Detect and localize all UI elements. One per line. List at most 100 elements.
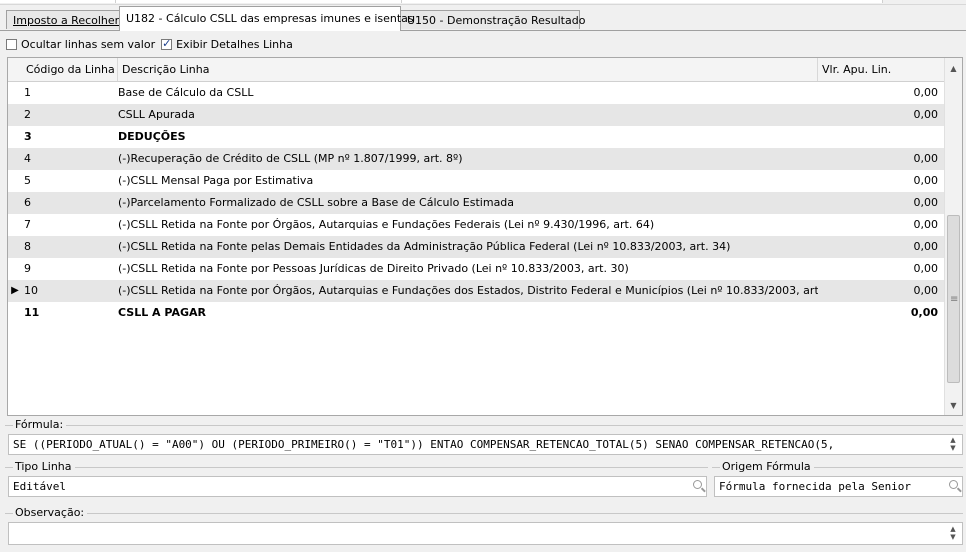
- tab-bar: Imposto a Recolher U182 - Cálculo CSLL d…: [0, 6, 966, 31]
- cell-code[interactable]: 3: [24, 126, 116, 148]
- origem-formula-value: Fórmula fornecida pela Senior: [719, 480, 912, 493]
- checkbox-box[interactable]: [6, 38, 17, 50]
- header-value[interactable]: Vlr. Apu. Lin.: [818, 58, 946, 81]
- cell-value[interactable]: 0,00: [820, 302, 946, 324]
- origem-formula-field[interactable]: Fórmula fornecida pela Senior: [714, 476, 963, 497]
- cell-description[interactable]: (-)CSLL Retida na Fonte por Pessoas Jurí…: [118, 258, 818, 280]
- row-indicator: [8, 192, 22, 214]
- checkbox-label: Exibir Detalhes Linha: [176, 37, 293, 51]
- formula-field[interactable]: SE ((PERIODO_ATUAL() = "A00") OU (PERIOD…: [8, 434, 963, 455]
- formula-label: Fórmula:: [13, 418, 67, 431]
- cell-code[interactable]: 11: [24, 302, 116, 324]
- row-indicator: [8, 302, 22, 324]
- formula-text: SE ((PERIODO_ATUAL() = "A00") OU (PERIOD…: [13, 438, 835, 451]
- table-row[interactable]: 11 CSLL A PAGAR 0,00: [8, 302, 946, 324]
- cell-value[interactable]: [820, 126, 946, 148]
- cell-description[interactable]: Base de Cálculo da CSLL: [118, 82, 818, 104]
- observacao-field[interactable]: ▲ ▼: [8, 522, 963, 545]
- row-indicator: [8, 82, 22, 104]
- tab-imposto-a-recolher[interactable]: Imposto a Recolher: [6, 10, 120, 29]
- search-icon[interactable]: [693, 480, 702, 489]
- cell-code[interactable]: 10: [24, 280, 116, 302]
- header-indicator: [8, 58, 22, 81]
- cell-description[interactable]: DEDUÇÕES: [118, 126, 818, 148]
- row-indicator: [8, 214, 22, 236]
- checkbox-label: Ocultar linhas sem valor: [21, 37, 156, 51]
- cell-value[interactable]: 0,00: [820, 82, 946, 104]
- table-row[interactable]: 6 (-)Parcelamento Formalizado de CSLL sob…: [8, 192, 946, 214]
- cell-code[interactable]: 7: [24, 214, 116, 236]
- tab-label: Imposto a Recolher: [13, 14, 120, 27]
- cell-code[interactable]: 5: [24, 170, 116, 192]
- search-icon[interactable]: [949, 480, 958, 489]
- table-row[interactable]: 7 (-)CSLL Retida na Fonte por Órgãos, Aut…: [8, 214, 946, 236]
- table-row[interactable]: 2 CSLL Apurada 0,00: [8, 104, 946, 126]
- row-indicator: [8, 170, 22, 192]
- scroll-up-arrow-icon[interactable]: ▲: [945, 60, 962, 77]
- observacao-label-text: Observação:: [15, 506, 85, 519]
- table-row[interactable]: 9 (-)CSLL Retida na Fonte por Pessoas Jur…: [8, 258, 946, 280]
- top-strip: [0, 0, 966, 5]
- tipo-linha-value: Editável: [13, 480, 66, 493]
- cell-description[interactable]: (-)CSLL Mensal Paga por Estimativa: [118, 170, 818, 192]
- hide-empty-checkbox[interactable]: Ocultar linhas sem valor: [6, 38, 155, 51]
- spin-down-icon[interactable]: ▼: [946, 444, 960, 452]
- cell-value[interactable]: 0,00: [820, 192, 946, 214]
- table-row[interactable]: 3 DEDUÇÕES: [8, 126, 946, 148]
- cell-code[interactable]: 4: [24, 148, 116, 170]
- cell-description[interactable]: CSLL Apurada: [118, 104, 818, 126]
- table-row[interactable]: 4 (-)Recuperação de Crédito de CSLL (MP n…: [8, 148, 946, 170]
- spin-down-icon[interactable]: ▼: [946, 533, 960, 541]
- table-row[interactable]: 1 Base de Cálculo da CSLL 0,00: [8, 82, 946, 104]
- tab-label: U150 - Demonstração Resultado: [407, 14, 586, 27]
- cell-description[interactable]: (-)Recuperação de Crédito de CSLL (MP nº…: [118, 148, 818, 170]
- formula-spin[interactable]: ▲ ▼: [946, 436, 960, 453]
- tipo-linha-label: Tipo Linha: [13, 460, 75, 473]
- header-code[interactable]: Código da Linha: [22, 58, 118, 81]
- cell-value[interactable]: 0,00: [820, 148, 946, 170]
- cell-description[interactable]: (-)Parcelamento Formalizado de CSLL sobr…: [118, 192, 818, 214]
- cell-description[interactable]: (-)CSLL Retida na Fonte por Órgãos, Auta…: [118, 214, 818, 236]
- cell-code[interactable]: 9: [24, 258, 116, 280]
- data-grid[interactable]: Código da Linha Descrição Linha Vlr. Apu…: [7, 57, 963, 416]
- cell-description[interactable]: CSLL A PAGAR: [118, 302, 818, 324]
- table-row[interactable]: ▶ 10 (-)CSLL Retida na Fonte por Órgãos, A…: [8, 280, 946, 302]
- cell-value[interactable]: 0,00: [820, 280, 946, 302]
- cell-code[interactable]: 6: [24, 192, 116, 214]
- row-pointer-icon: ▶: [11, 285, 19, 296]
- table-row[interactable]: 8 (-)CSLL Retida na Fonte pelas Demais En…: [8, 236, 946, 258]
- spin-up-icon[interactable]: ▲: [946, 525, 960, 533]
- grid-vertical-scrollbar[interactable]: ▲ ≡ ▼: [944, 58, 962, 415]
- row-indicator: [8, 236, 22, 258]
- cell-description[interactable]: (-)CSLL Retida na Fonte por Órgãos, Auta…: [118, 280, 818, 302]
- spin-up-icon[interactable]: ▲: [946, 436, 960, 444]
- cell-value[interactable]: 0,00: [820, 104, 946, 126]
- row-indicator: [8, 258, 22, 280]
- top-strip-seg: [0, 0, 116, 3]
- checkbox-box[interactable]: [161, 37, 173, 50]
- cell-value[interactable]: 0,00: [820, 258, 946, 280]
- cell-code[interactable]: 1: [24, 82, 116, 104]
- origem-formula-label: Origem Fórmula: [720, 460, 814, 473]
- cell-value[interactable]: 0,00: [820, 170, 946, 192]
- filter-row: Ocultar linhas sem valor Exibir Detalhes…: [6, 36, 299, 52]
- cell-description[interactable]: (-)CSLL Retida na Fonte pelas Demais Ent…: [118, 236, 818, 258]
- top-strip-seg: [116, 0, 402, 3]
- table-row[interactable]: 5 (-)CSLL Mensal Paga por Estimativa 0,00: [8, 170, 946, 192]
- show-details-checkbox[interactable]: Exibir Detalhes Linha: [161, 37, 293, 51]
- cell-value[interactable]: 0,00: [820, 236, 946, 258]
- observacao-label: Observação:: [13, 506, 88, 519]
- scroll-thumb[interactable]: ≡: [947, 215, 960, 383]
- tab-label: U182 - Cálculo CSLL das empresas imunes …: [126, 12, 414, 25]
- cell-code[interactable]: 2: [24, 104, 116, 126]
- header-description[interactable]: Descrição Linha: [118, 58, 818, 81]
- observacao-spin[interactable]: ▲ ▼: [946, 525, 960, 542]
- row-indicator: [8, 148, 22, 170]
- scroll-down-arrow-icon[interactable]: ▼: [945, 397, 962, 414]
- row-indicator: [8, 126, 22, 148]
- tab-u182[interactable]: U182 - Cálculo CSLL das empresas imunes …: [119, 6, 414, 31]
- tab-u150[interactable]: U150 - Demonstração Resultado: [400, 10, 585, 29]
- tipo-linha-field[interactable]: Editável: [8, 476, 707, 497]
- cell-value[interactable]: 0,00: [820, 214, 946, 236]
- cell-code[interactable]: 8: [24, 236, 116, 258]
